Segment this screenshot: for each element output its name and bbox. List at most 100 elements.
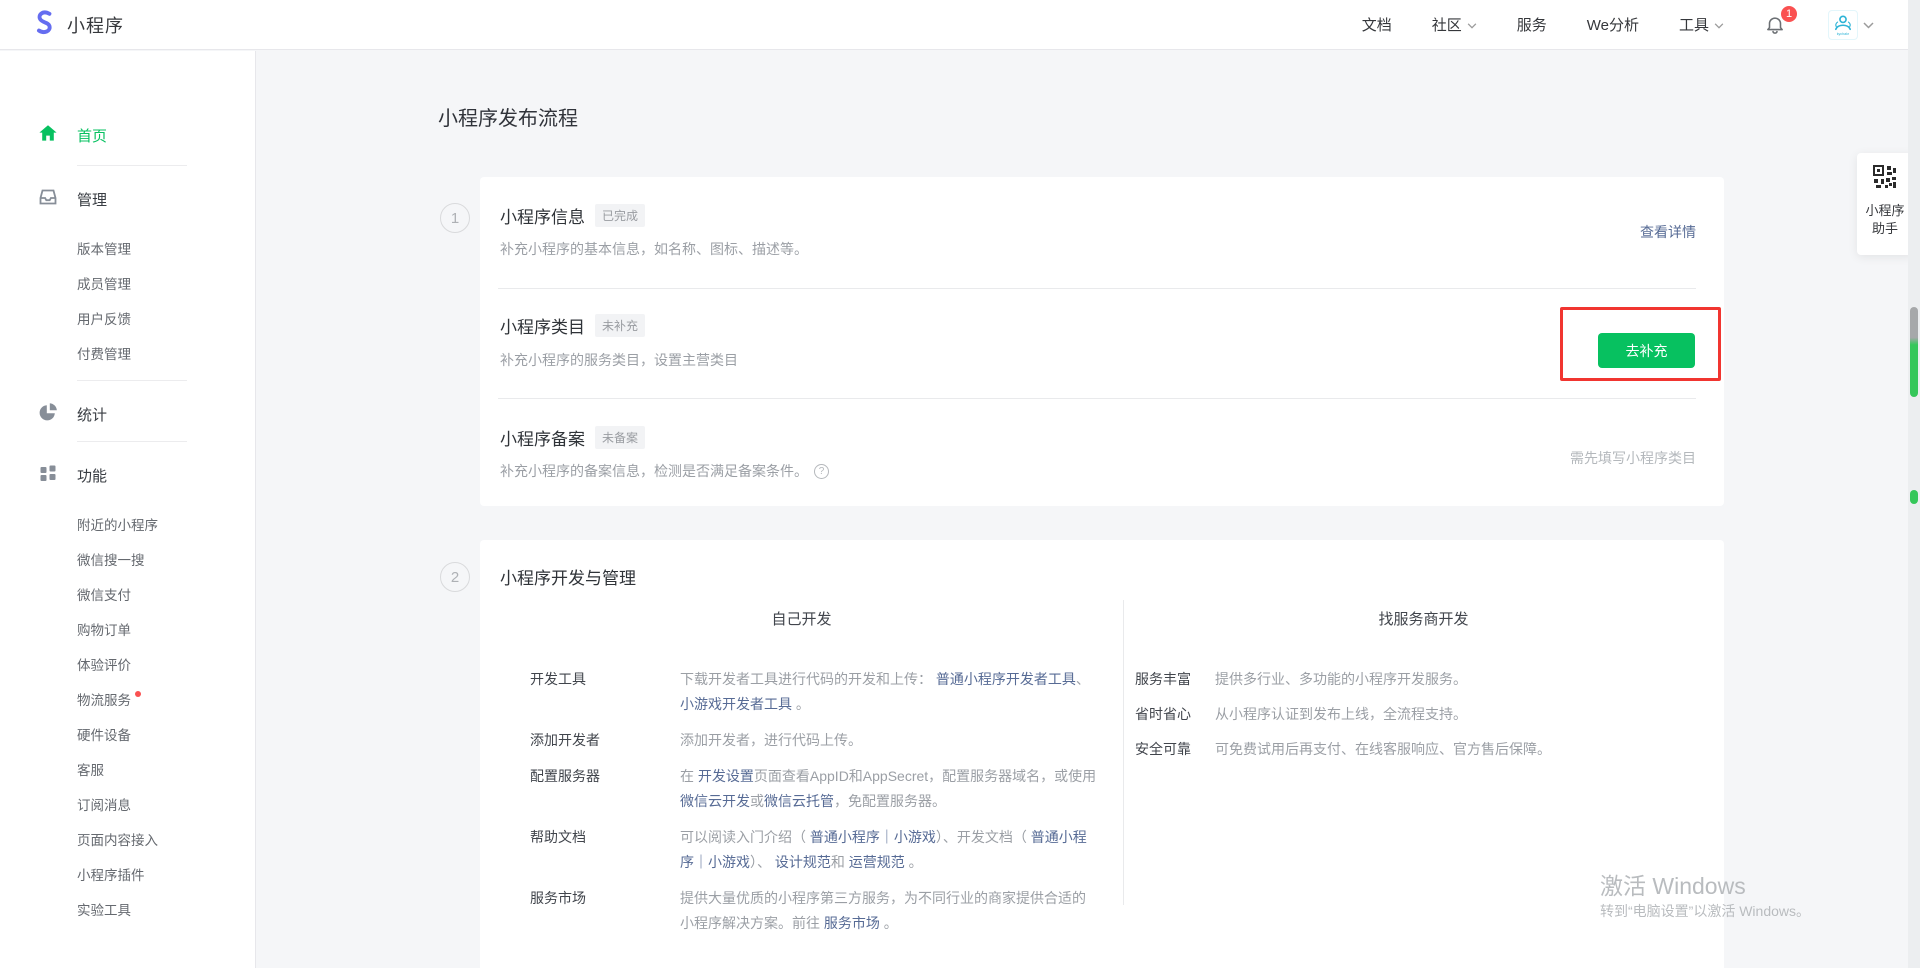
sidebar-item-page-content-access[interactable]: 页面内容接入 (0, 821, 255, 856)
status-badge: 未补充 (595, 314, 645, 337)
inline-link[interactable]: 服务市场 (824, 915, 880, 931)
top-nav: 文档 社区 服务 We分析 工具 1 kychakr (1362, 10, 1920, 40)
scrollbar-thumb[interactable] (1910, 307, 1918, 397)
column-header: 自己开发 (480, 608, 1123, 629)
sidebar-item-label: 小程序插件 (77, 864, 145, 884)
sidebar-item-label: 微信支付 (77, 584, 131, 604)
view-details-link[interactable]: 查看详情 (1640, 222, 1696, 242)
sidebar-item-label: 微信搜一搜 (77, 549, 145, 569)
service-provider-column: 找服务商开发 服务丰富提供多行业、多功能的小程序开发服务。省时省心从小程序认证到… (1123, 592, 1724, 968)
dev-row-label: 添加开发者 (530, 728, 680, 753)
sidebar-item-wechat-pay[interactable]: 微信支付 (0, 576, 255, 611)
miniprogram-logo[interactable]: 小程序 (30, 8, 124, 41)
section-title: 小程序类目 (500, 313, 585, 338)
inline-link[interactable]: ｜ (880, 829, 894, 845)
inline-link[interactable]: 运营规范 (849, 854, 905, 870)
sidebar-section-statistics[interactable]: 统计 (0, 397, 255, 431)
dev-row-text: 可免费试用后再支付、在线客服响应、官方售后保障。 (1215, 737, 1704, 762)
nav-item-label: 文档 (1362, 14, 1392, 35)
sidebar-item-label: 客服 (77, 759, 104, 779)
nav-item-label: We分析 (1587, 14, 1639, 35)
avatar-caption: kychakr (1837, 32, 1849, 36)
notification-bell[interactable]: 1 (1764, 13, 1788, 37)
nav-item-nav-docs[interactable]: 文档 (1362, 14, 1392, 35)
section-desc: 补充小程序的备案信息，检测是否满足备案条件。 ? (500, 461, 829, 481)
dev-row-service-rich: 服务丰富提供多行业、多功能的小程序开发服务。 (1135, 667, 1704, 692)
inline-link[interactable]: 小游戏 (894, 829, 936, 845)
section-title: 小程序备案 (500, 425, 585, 450)
sidebar-item-label: 页面内容接入 (77, 829, 158, 849)
release-steps-card: 小程序信息 已完成 补充小程序的基本信息，如名称、图标、描述等。 查看详情 小程… (480, 177, 1724, 506)
widget-label-line2: 助手 (1865, 220, 1904, 238)
inline-link[interactable]: 微信云托管 (764, 793, 834, 809)
dev-row-label: 服务丰富 (1135, 667, 1215, 692)
development-card: 小程序开发与管理 自己开发 开发工具下载开发者工具进行代码的开发和上传： 普通小… (480, 540, 1724, 968)
nav-item-label: 服务 (1517, 14, 1547, 35)
prerequisite-note: 需先填写小程序类目 (1570, 448, 1696, 468)
divider (498, 288, 1696, 289)
sidebar-item-experiment-tools[interactable]: 实验工具 (0, 891, 255, 926)
inline-link[interactable]: 设计规范 (775, 854, 831, 870)
sidebar-item-label: 用户反馈 (77, 308, 131, 328)
sidebar-item-payment-mgmt[interactable]: 付费管理 (0, 335, 255, 370)
nav-item-label: 社区 (1432, 14, 1462, 35)
section-miniprogram-category: 小程序类目 未补充 (500, 313, 645, 338)
chevron-down-icon (1467, 16, 1477, 33)
sidebar-item-customer-service[interactable]: 客服 (0, 751, 255, 786)
sidebar-item-nearby-miniprogram[interactable]: 附近的小程序 (0, 506, 255, 541)
sidebar-item-label: 订阅消息 (77, 794, 131, 814)
nav-item-nav-services[interactable]: 服务 (1517, 14, 1547, 35)
sidebar-item-label: 实验工具 (77, 899, 131, 919)
help-icon[interactable]: ? (814, 464, 829, 479)
dev-row-label: 省时省心 (1135, 702, 1215, 727)
account-menu[interactable]: kychakr (1828, 10, 1874, 40)
page-scrollbar[interactable] (1908, 0, 1920, 968)
sidebar-divider (77, 165, 187, 166)
notification-badge: 1 (1781, 6, 1797, 22)
sidebar-item-subscribe-message[interactable]: 订阅消息 (0, 786, 255, 821)
inline-link[interactable]: 微信云开发 (680, 793, 750, 809)
dev-row-text: 提供多行业、多功能的小程序开发服务。 (1215, 667, 1704, 692)
sidebar-section-manage[interactable]: 管理 (0, 182, 255, 216)
sidebar-section-label: 管理 (77, 189, 107, 210)
inline-link[interactable]: 普通小程序 (810, 829, 880, 845)
nav-item-nav-tools[interactable]: 工具 (1679, 14, 1724, 35)
sidebar-item-label: 硬件设备 (77, 724, 131, 744)
sidebar-item-hardware-device[interactable]: 硬件设备 (0, 716, 255, 751)
dev-row-label: 安全可靠 (1135, 737, 1215, 762)
inline-link[interactable]: 开发设置 (698, 768, 754, 784)
sidebar-item-logistics-service[interactable]: 物流服务 (0, 681, 255, 716)
sidebar-sublist-features: 附近的小程序微信搜一搜微信支付购物订单体验评价物流服务硬件设备客服订阅消息页面内… (0, 506, 255, 926)
nav-item-nav-we-analytics[interactable]: We分析 (1587, 14, 1639, 35)
sidebar-item-home[interactable]: 首页 (0, 118, 255, 152)
inline-link[interactable]: 小游戏开发者工具 (680, 696, 792, 712)
go-fill-category-button[interactable]: 去补充 (1598, 333, 1695, 368)
sidebar-section-features[interactable]: 功能 (0, 458, 255, 492)
dev-row-safe-reliable: 安全可靠可免费试用后再支付、在线客服响应、官方售后保障。 (1135, 737, 1704, 762)
sidebar-item-miniprogram-plugin[interactable]: 小程序插件 (0, 856, 255, 891)
nav-item-nav-community[interactable]: 社区 (1432, 14, 1477, 35)
dev-row-text: 在 开发设置页面查看AppID和AppSecret，配置服务器域名，或使用微信云… (680, 764, 1097, 814)
sidebar-item-member-mgmt[interactable]: 成员管理 (0, 265, 255, 300)
sidebar-item-shopping-orders[interactable]: 购物订单 (0, 611, 255, 646)
sidebar-item-label: 购物订单 (77, 619, 131, 639)
sidebar-item-label: 首页 (77, 125, 107, 146)
sidebar-item-user-feedback[interactable]: 用户反馈 (0, 300, 255, 335)
miniprogram-assistant-widget[interactable]: 小程序 助手 (1857, 153, 1913, 255)
card-title: 小程序开发与管理 (500, 564, 636, 589)
qr-code-icon (1873, 165, 1897, 194)
sidebar-item-experience-review[interactable]: 体验评价 (0, 646, 255, 681)
dev-row-time-saving: 省时省心从小程序认证到发布上线，全流程支持。 (1135, 702, 1704, 727)
sidebar-item-wechat-search[interactable]: 微信搜一搜 (0, 541, 255, 576)
chevron-down-icon (1863, 16, 1874, 33)
sidebar-item-version-mgmt[interactable]: 版本管理 (0, 230, 255, 265)
inline-link[interactable]: ｜ (694, 854, 708, 870)
section-miniprogram-info: 小程序信息 已完成 (500, 203, 645, 228)
sidebar-item-label: 体验评价 (77, 654, 131, 674)
section-desc: 补充小程序的基本信息，如名称、图标、描述等。 (500, 239, 808, 259)
inline-link[interactable]: 普通小程序开发者工具 (936, 671, 1076, 687)
sidebar-item-label: 付费管理 (77, 343, 131, 363)
inline-link[interactable]: 小游戏 (708, 854, 750, 870)
dev-row-help-docs: 帮助文档可以阅读入门介绍（ 普通小程序｜小游戏）、开发文档（ 普通小程序｜小游戏… (530, 825, 1097, 875)
dev-row-text: 从小程序认证到发布上线，全流程支持。 (1215, 702, 1704, 727)
